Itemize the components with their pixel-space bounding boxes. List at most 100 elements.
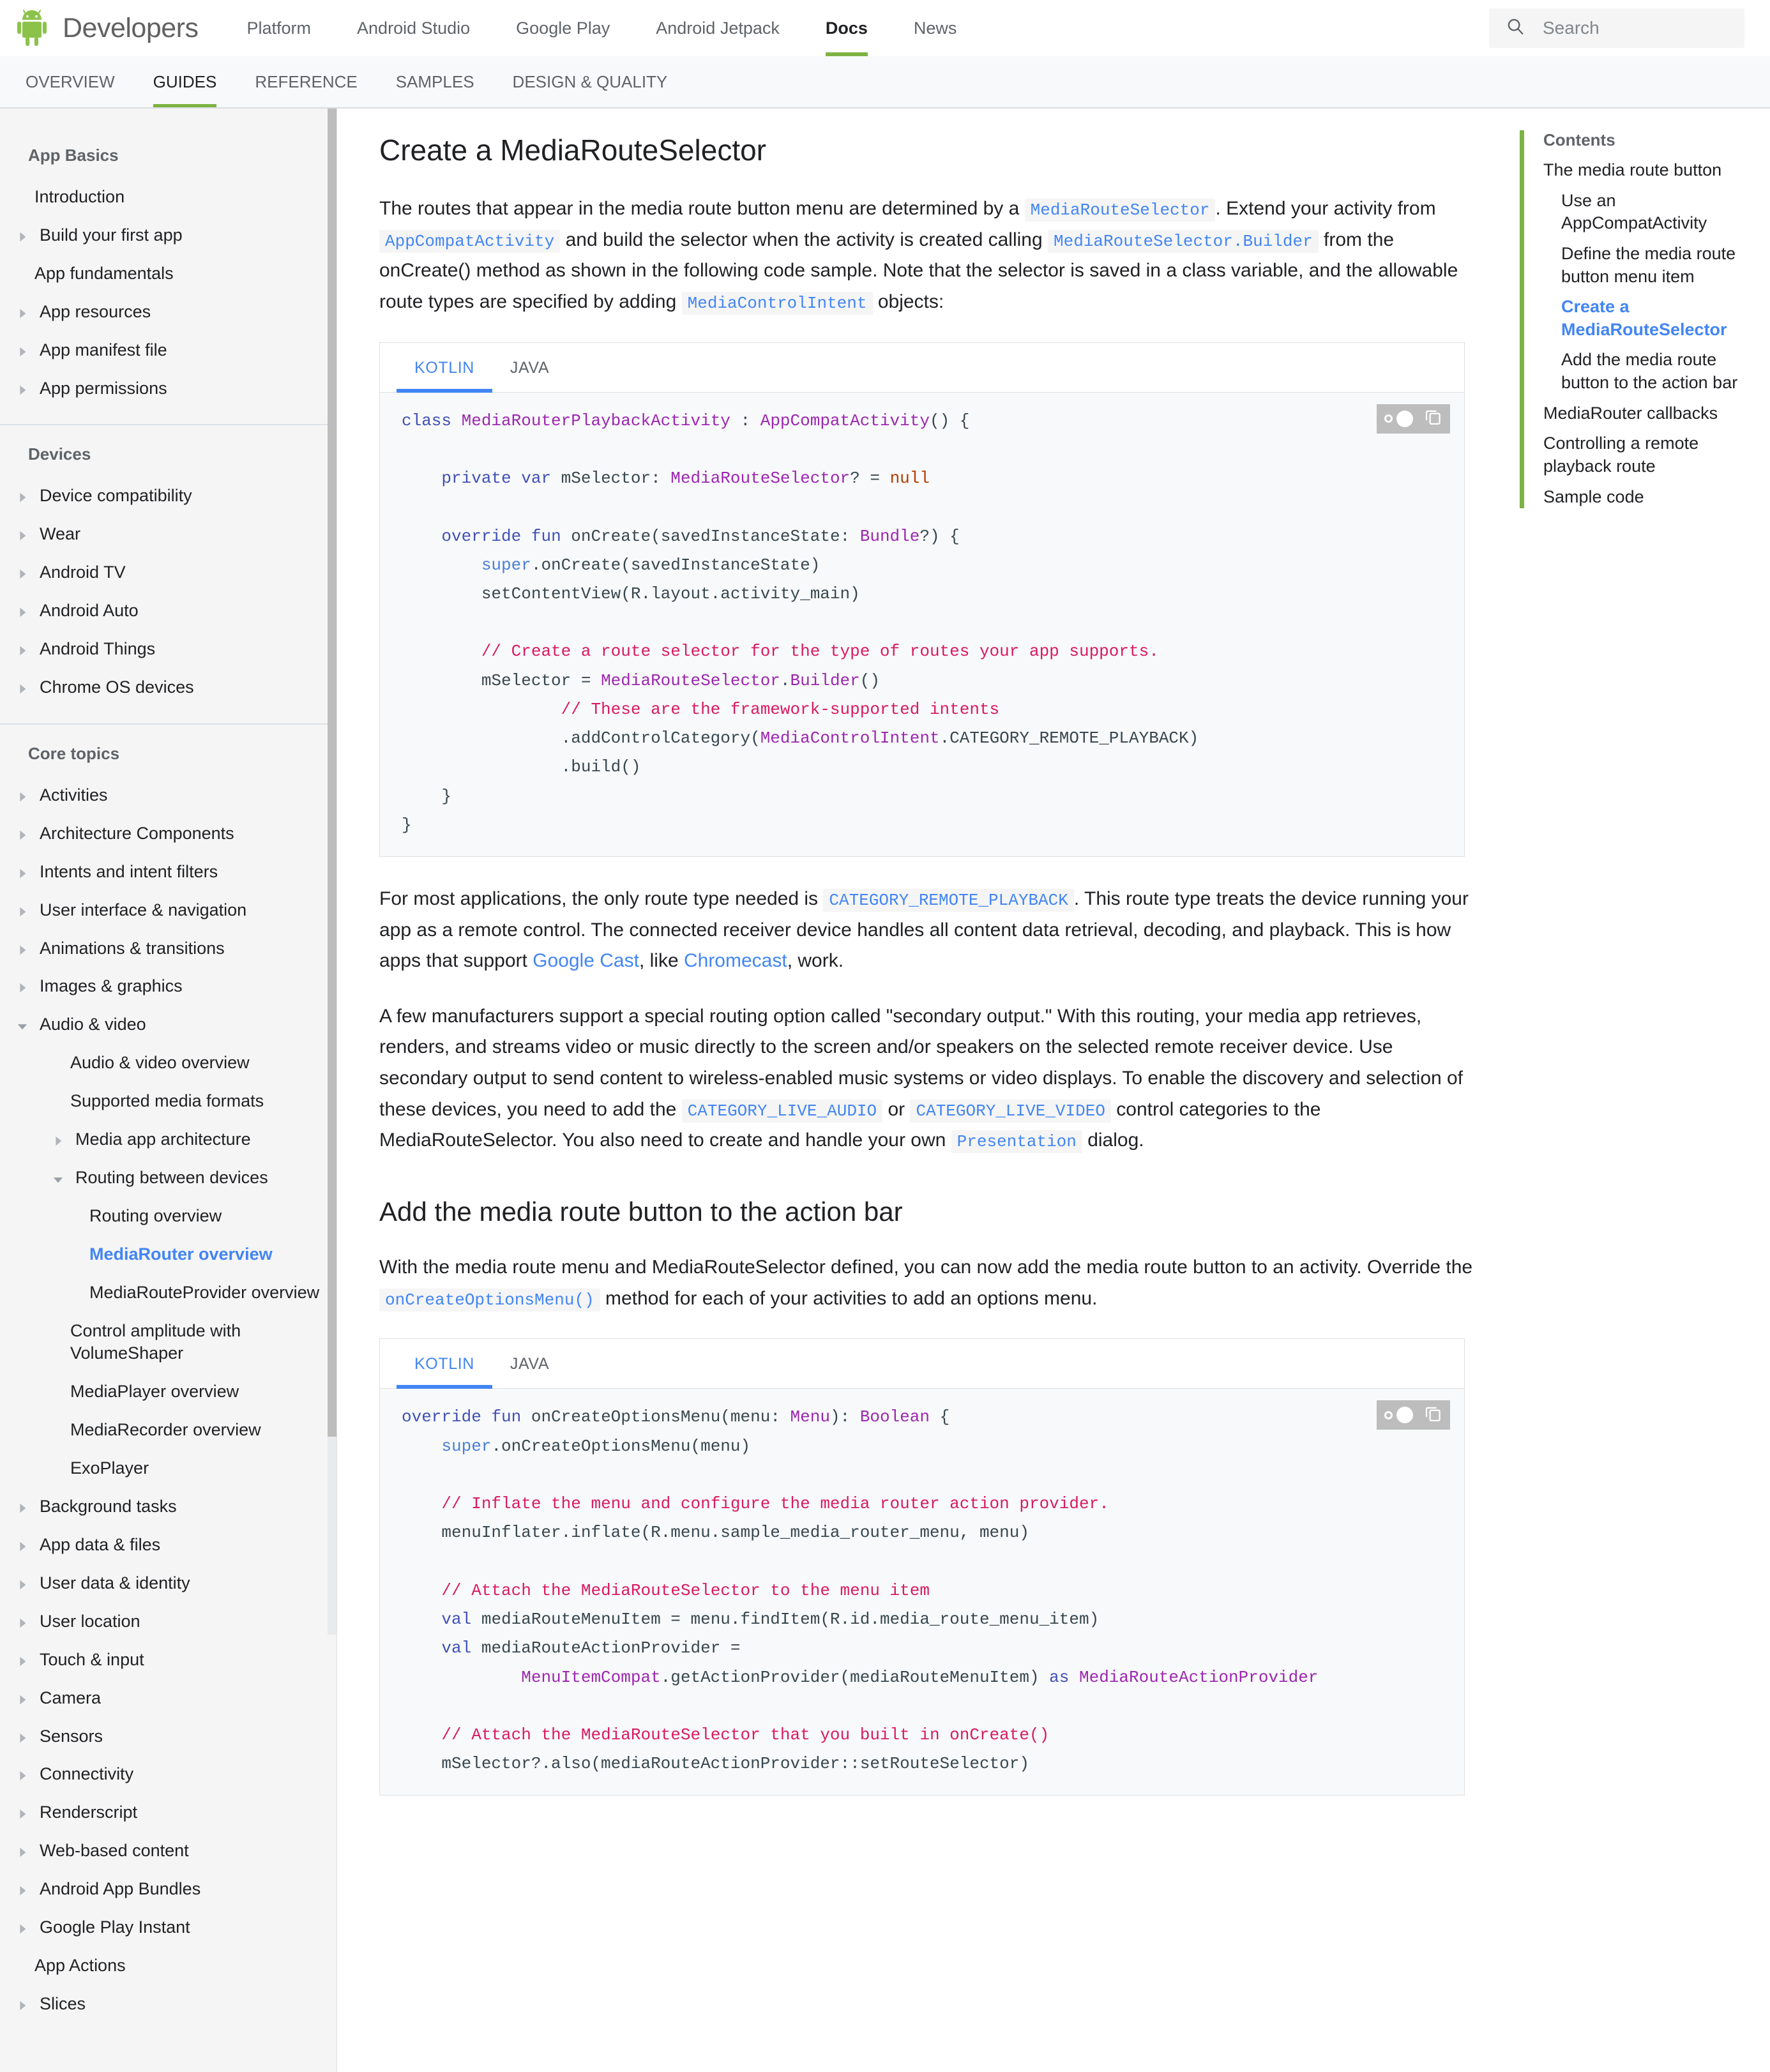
chevron-right-icon[interactable]	[17, 944, 33, 956]
chevron-right-icon[interactable]	[17, 607, 33, 618]
chevron-right-icon[interactable]	[17, 1923, 33, 1935]
chevron-right-icon[interactable]	[17, 683, 33, 695]
chevron-right-icon[interactable]	[17, 868, 33, 879]
toc-item-the-media-route-button[interactable]: The media route button	[1543, 159, 1751, 182]
toc-item-sample-code[interactable]: Sample code	[1543, 486, 1751, 509]
nav-item-google-play[interactable]: Google Play	[493, 0, 633, 56]
sidebar-item-mediarouteprovider-overview[interactable]: MediaRouteProvider overview	[0, 1274, 337, 1312]
sidebar-item-android-things[interactable]: Android Things	[0, 630, 337, 669]
chevron-down-icon[interactable]	[17, 1020, 33, 1032]
sidebar-item-wear[interactable]: Wear	[0, 515, 337, 554]
copy-icon[interactable]	[1423, 407, 1442, 430]
sidebar-item-app-permissions[interactable]: App permissions	[0, 370, 337, 408]
code-tab-kotlin[interactable]: KOTLIN	[397, 343, 492, 393]
sidebar-item-camera[interactable]: Camera	[0, 1679, 337, 1718]
search-input[interactable]	[1541, 17, 1720, 39]
sidebar-item-app-fundamentals[interactable]: App fundamentals	[0, 255, 337, 293]
sidebar-item-audio-video[interactable]: Audio & video	[0, 1006, 337, 1044]
sidebar-item-renderscript[interactable]: Renderscript	[0, 1794, 337, 1832]
sidebar-item-supported-media-formats[interactable]: Supported media formats	[0, 1082, 337, 1121]
brand-logo-link[interactable]: Developers	[0, 8, 224, 48]
sidebar-item-build-your-first-app[interactable]: Build your first app	[0, 216, 337, 255]
code-tab-java[interactable]: JAVA	[492, 1339, 567, 1388]
sidebar-item-android-app-bundles[interactable]: Android App Bundles	[0, 1870, 337, 1909]
sidebar-item-user-interface-navigation[interactable]: User interface & navigation	[0, 891, 337, 930]
nav-item-android-studio[interactable]: Android Studio	[334, 0, 493, 56]
sidebar-item-app-resources[interactable]: App resources	[0, 293, 337, 331]
link-google-cast[interactable]: Google Cast	[533, 950, 639, 971]
chevron-right-icon[interactable]	[17, 384, 33, 396]
tab-samples[interactable]: SAMPLES	[377, 56, 494, 107]
nav-item-docs[interactable]: Docs	[803, 0, 891, 56]
sidebar-item-architecture-components[interactable]: Architecture Components	[0, 815, 337, 853]
sidebar-item-animations-transitions[interactable]: Animations & transitions	[0, 930, 337, 968]
tab-reference[interactable]: REFERENCE	[236, 56, 376, 107]
chevron-right-icon[interactable]	[17, 346, 33, 358]
sidebar-scrollbar-thumb[interactable]	[328, 109, 337, 1437]
sidebar-item-routing-overview[interactable]: Routing overview	[0, 1197, 337, 1236]
chevron-right-icon[interactable]	[17, 1847, 33, 1858]
tab-guides[interactable]: GUIDES	[134, 56, 236, 107]
chevron-right-icon[interactable]	[17, 829, 33, 841]
sidebar-item-control-amplitude-with-volumeshaper[interactable]: Control amplitude with VolumeShaper	[0, 1312, 337, 1373]
chevron-right-icon[interactable]	[17, 492, 33, 503]
toc-item-use-an-appcompatactivity[interactable]: Use an AppCompatActivity	[1561, 190, 1751, 235]
chevron-right-icon[interactable]	[17, 1656, 33, 1667]
sidebar-item-background-tasks[interactable]: Background tasks	[0, 1488, 337, 1526]
chevron-right-icon[interactable]	[17, 1579, 33, 1591]
toc-item-create-a-mediarouteselector[interactable]: Create a MediaRouteSelector	[1561, 296, 1751, 341]
code-tab-kotlin[interactable]: KOTLIN	[397, 1339, 492, 1389]
nav-item-news[interactable]: News	[891, 0, 980, 56]
sidebar-item-images-graphics[interactable]: Images & graphics	[0, 967, 337, 1006]
dark-mode-toggle-icon[interactable]	[1384, 1407, 1413, 1424]
sidebar-item-connectivity[interactable]: Connectivity	[0, 1755, 337, 1794]
tab-design-quality[interactable]: DESIGN & QUALITY	[494, 56, 687, 107]
tab-overview[interactable]: OVERVIEW	[6, 56, 134, 107]
sidebar-item-chrome-os-devices[interactable]: Chrome OS devices	[0, 669, 337, 707]
chevron-right-icon[interactable]	[17, 906, 33, 918]
chevron-right-icon[interactable]	[17, 1502, 33, 1514]
sidebar-item-introduction[interactable]: Introduction	[0, 178, 337, 216]
chevron-right-icon[interactable]	[17, 645, 33, 656]
nav-item-android-jetpack[interactable]: Android Jetpack	[633, 0, 803, 56]
sidebar-item-slices[interactable]: Slices	[0, 1985, 337, 2023]
chevron-right-icon[interactable]	[17, 1694, 33, 1705]
sidebar-item-activities[interactable]: Activities	[0, 776, 337, 815]
sidebar-item-mediaplayer-overview[interactable]: MediaPlayer overview	[0, 1373, 337, 1411]
search-box[interactable]	[1489, 8, 1744, 48]
sidebar-item-routing-between-devices[interactable]: Routing between devices	[0, 1159, 337, 1197]
chevron-right-icon[interactable]	[17, 1617, 33, 1629]
chevron-right-icon[interactable]	[17, 1808, 33, 1820]
sidebar-item-mediarecorder-overview[interactable]: MediaRecorder overview	[0, 1411, 337, 1449]
sidebar-item-mediarouter-overview[interactable]: MediaRouter overview	[0, 1236, 337, 1274]
sidebar-item-user-location[interactable]: User location	[0, 1603, 337, 1641]
chevron-right-icon[interactable]	[17, 982, 33, 994]
chevron-right-icon[interactable]	[17, 568, 33, 580]
toc-item-add-the-media-route-button-to-the-action-bar[interactable]: Add the media route button to the action…	[1561, 349, 1751, 394]
toc-item-mediarouter-callbacks[interactable]: MediaRouter callbacks	[1543, 402, 1751, 425]
sidebar-item-app-data-files[interactable]: App data & files	[0, 1526, 337, 1564]
sidebar-item-user-data-identity[interactable]: User data & identity	[0, 1564, 337, 1603]
chevron-right-icon[interactable]	[17, 1732, 33, 1744]
sidebar-item-device-compatibility[interactable]: Device compatibility	[0, 477, 337, 515]
chevron-right-icon[interactable]	[17, 231, 33, 243]
sidebar-item-app-manifest-file[interactable]: App manifest file	[0, 331, 337, 370]
toc-item-controlling-a-remote-playback-route[interactable]: Controlling a remote playback route	[1543, 432, 1751, 478]
code-tab-java[interactable]: JAVA	[492, 343, 567, 392]
sidebar-item-android-tv[interactable]: Android TV	[0, 554, 337, 592]
sidebar-item-media-app-architecture[interactable]: Media app architecture	[0, 1121, 337, 1159]
sidebar-item-intents-and-intent-filters[interactable]: Intents and intent filters	[0, 853, 337, 891]
link-chromecast[interactable]: Chromecast	[684, 950, 787, 971]
chevron-right-icon[interactable]	[17, 530, 33, 541]
sidebar-item-audio-video-overview[interactable]: Audio & video overview	[0, 1044, 337, 1082]
chevron-right-icon[interactable]	[17, 308, 33, 319]
sidebar-item-web-based-content[interactable]: Web-based content	[0, 1832, 337, 1870]
chevron-right-icon[interactable]	[52, 1135, 69, 1147]
sidebar-item-app-actions[interactable]: App Actions	[0, 1947, 337, 1985]
nav-item-platform[interactable]: Platform	[224, 0, 335, 56]
sidebar-scrollbar-track[interactable]	[328, 109, 337, 1635]
chevron-right-icon[interactable]	[17, 1541, 33, 1552]
sidebar-item-android-auto[interactable]: Android Auto	[0, 592, 337, 630]
chevron-right-icon[interactable]	[17, 1885, 33, 1896]
sidebar-item-sensors[interactable]: Sensors	[0, 1718, 337, 1756]
